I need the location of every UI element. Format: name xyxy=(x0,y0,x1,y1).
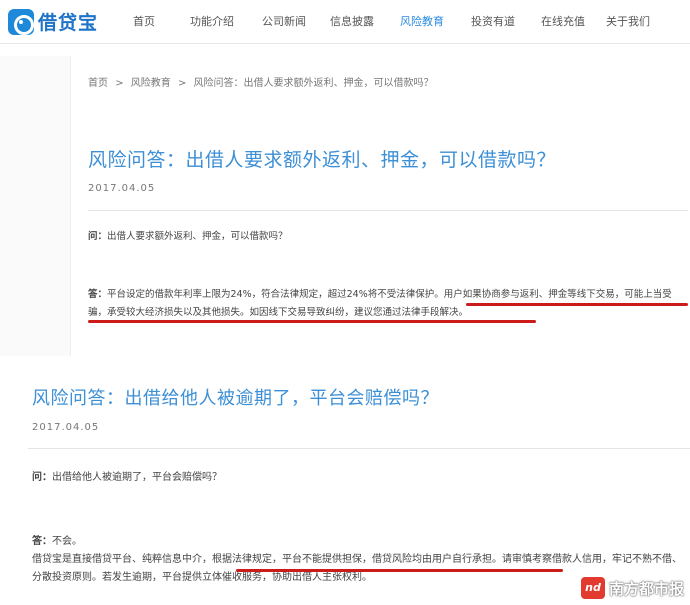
red-annotation-underline xyxy=(236,569,563,572)
breadcrumb-home[interactable]: 首页 xyxy=(88,78,108,89)
breadcrumb-separator: > xyxy=(115,78,124,89)
article-title: 风险问答：出借给他人被逾期了，平台会赔偿吗？ xyxy=(32,388,439,409)
answer-label: 答： xyxy=(88,289,108,300)
nav-item-company-news[interactable]: 公司新闻 xyxy=(251,0,317,44)
question-block: 问：出借给他人被逾期了，平台会赔偿吗？ xyxy=(32,468,222,483)
nav-item-online-recharge[interactable]: 在线充值 xyxy=(529,0,597,44)
answer-text-part1: 借贷宝是直接借贷平台、纯粹信息中介， xyxy=(32,554,212,565)
nav-item-risk-education[interactable]: 风险教育 xyxy=(387,0,457,44)
red-annotation-underline xyxy=(466,303,688,306)
article-date: 2017.04.05 xyxy=(88,183,156,194)
watermark: nd 南方都市报 xyxy=(580,577,684,599)
nav-item-home[interactable]: 首页 xyxy=(115,0,173,44)
answer-line1: 不会。 xyxy=(52,536,82,547)
breadcrumb: 首页 > 风险教育 > 风险问答：出借人要求额外返利、押金，可以借款吗？ xyxy=(88,74,438,89)
nav-item-investment[interactable]: 投资有道 xyxy=(457,0,529,44)
question-block: 问：出借人要求额外返利、押金，可以借款吗？ xyxy=(88,228,288,242)
watermark-text: 南方都市报 xyxy=(608,579,684,598)
red-annotation-underline xyxy=(88,320,536,323)
nav-item-disclosure[interactable]: 信息披露 xyxy=(317,0,387,44)
answer-text-part1: 平台设定的借款年利率上限为24%，符合法律规定，超过24%将不受法律保护。 xyxy=(107,289,444,300)
nav-item-features[interactable]: 功能介绍 xyxy=(173,0,251,44)
main-nav: 首页 功能介绍 公司新闻 信息披露 风险教育 投资有道 在线充值 关于我们 xyxy=(115,0,659,44)
breadcrumb-risk-education[interactable]: 风险教育 xyxy=(131,78,171,89)
article-title: 风险问答：出借人要求额外返利、押金，可以借款吗？ xyxy=(88,149,557,171)
question-text: 出借人要求额外返利、押金，可以借款吗？ xyxy=(107,231,288,242)
divider xyxy=(88,210,688,211)
question-text: 出借给他人被逾期了，平台会赔偿吗？ xyxy=(52,472,222,483)
answer-text-part2-highlighted: 根据法律规定，平台不能提供担保，借贷风险均由用户自行承担。 xyxy=(212,554,502,565)
article-date: 2017.04.05 xyxy=(32,422,100,433)
question-label: 问： xyxy=(32,472,52,483)
question-label: 问： xyxy=(88,231,108,242)
breadcrumb-current: 风险问答：出借人要求额外返利、押金，可以借款吗？ xyxy=(193,78,434,89)
newspaper-logo-icon: nd xyxy=(580,577,605,599)
nav-item-about-us[interactable]: 关于我们 xyxy=(597,0,659,44)
divider xyxy=(28,448,690,449)
breadcrumb-separator: > xyxy=(177,78,187,89)
site-logo[interactable]: 借贷宝 xyxy=(8,8,98,35)
logo-icon xyxy=(8,8,34,35)
top-navigation-bar: 借贷宝 首页 功能介绍 公司新闻 信息披露 风险教育 投资有道 在线充值 关于我… xyxy=(0,0,690,44)
answer-label: 答： xyxy=(32,536,52,547)
logo-text: 借贷宝 xyxy=(38,12,99,34)
